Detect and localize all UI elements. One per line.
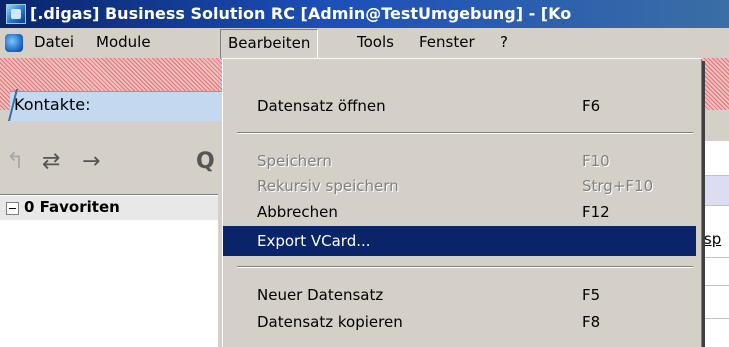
window-title: [.digas] Business Solution RC [Admin@Tes… — [30, 4, 572, 23]
favorites-node[interactable]: 0 Favoriten — [24, 198, 120, 216]
search-icon[interactable]: Q — [196, 149, 215, 174]
redo-arrow-icon[interactable]: ⇄ — [42, 149, 60, 174]
right-row-selected — [700, 175, 729, 205]
title-bar[interactable]: [.digas] Business Solution RC [Admin@Tes… — [0, 0, 729, 28]
right-divider — [700, 285, 729, 286]
bearbeiten-dropdown: Datensatz öffnen F6 Speichern F10 Rekurs… — [222, 58, 702, 347]
forward-arrow-icon[interactable]: → — [82, 149, 100, 174]
menu-datei[interactable]: Datei — [34, 33, 74, 51]
menu-separator — [237, 132, 693, 134]
right-divider — [700, 257, 729, 258]
menu-app-icon[interactable] — [5, 34, 23, 52]
menu-tools[interactable]: Tools — [357, 33, 394, 51]
menu-fenster[interactable]: Fenster — [419, 33, 475, 51]
tab-label: Kontakte: — [14, 95, 91, 114]
app-icon[interactable] — [6, 4, 26, 24]
undo-arrow-icon[interactable]: ↰ — [6, 149, 24, 174]
menu-item-abbrechen[interactable]: Abbrechen F12 — [223, 197, 696, 227]
menu-item-neuer-datensatz[interactable]: Neuer Datensatz F5 — [223, 280, 696, 310]
collapse-icon[interactable] — [6, 202, 19, 215]
menu-bearbeiten[interactable]: Bearbeiten — [220, 29, 319, 58]
menu-help[interactable]: ? — [500, 33, 508, 51]
right-divider — [700, 318, 729, 319]
menu-bar: Datei Module Bearbeiten Tools Fenster ? — [0, 28, 729, 58]
menu-item-export-vcard[interactable]: Export VCard... — [223, 226, 696, 256]
menu-item-datensatz-oeffnen[interactable]: Datensatz öffnen F6 — [223, 91, 696, 121]
menu-separator — [237, 266, 693, 268]
right-divider — [700, 205, 729, 206]
menu-item-datensatz-kopieren[interactable]: Datensatz kopieren F8 — [223, 307, 696, 337]
right-divider — [700, 175, 729, 176]
menu-module[interactable]: Module — [96, 33, 151, 51]
